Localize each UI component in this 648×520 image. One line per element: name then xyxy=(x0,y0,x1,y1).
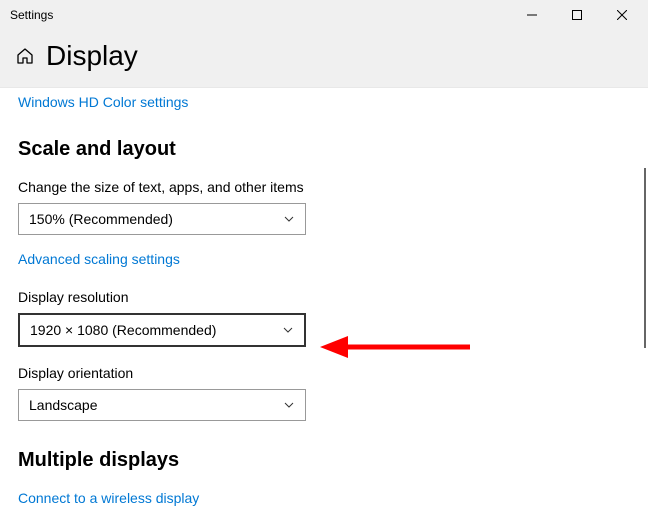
page-title: Display xyxy=(46,40,138,72)
resolution-label: Display resolution xyxy=(18,289,648,305)
resolution-value: 1920 × 1080 (Recommended) xyxy=(30,322,216,338)
content-area: Windows HD Color settings Scale and layo… xyxy=(0,88,648,506)
section-multiple-displays: Multiple displays xyxy=(18,449,648,472)
window-title: Settings xyxy=(10,8,53,22)
hd-color-settings-link[interactable]: Windows HD Color settings xyxy=(18,94,188,110)
resolution-dropdown[interactable]: 1920 × 1080 (Recommended) xyxy=(18,313,306,347)
section-scale-layout: Scale and layout xyxy=(18,138,648,161)
page-heading: Display xyxy=(0,30,648,72)
chevron-down-icon xyxy=(282,324,294,336)
header-bar: Settings Display xyxy=(0,0,648,88)
scrollbar[interactable] xyxy=(644,168,646,348)
scale-value: 150% (Recommended) xyxy=(29,211,173,227)
advanced-scaling-link[interactable]: Advanced scaling settings xyxy=(18,251,180,267)
minimize-button[interactable] xyxy=(509,0,554,30)
orientation-dropdown[interactable]: Landscape xyxy=(18,389,306,421)
scale-dropdown[interactable]: 150% (Recommended) xyxy=(18,203,306,235)
maximize-icon xyxy=(572,10,582,20)
scale-label: Change the size of text, apps, and other… xyxy=(18,179,648,195)
wireless-display-link[interactable]: Connect to a wireless display xyxy=(18,490,199,506)
chevron-down-icon xyxy=(283,213,295,225)
orientation-value: Landscape xyxy=(29,397,98,413)
minimize-icon xyxy=(527,10,537,20)
window-controls xyxy=(509,0,644,30)
close-button[interactable] xyxy=(599,0,644,30)
titlebar: Settings xyxy=(0,0,648,30)
home-icon[interactable] xyxy=(16,47,34,65)
chevron-down-icon xyxy=(283,399,295,411)
orientation-label: Display orientation xyxy=(18,365,648,381)
maximize-button[interactable] xyxy=(554,0,599,30)
close-icon xyxy=(617,10,627,20)
